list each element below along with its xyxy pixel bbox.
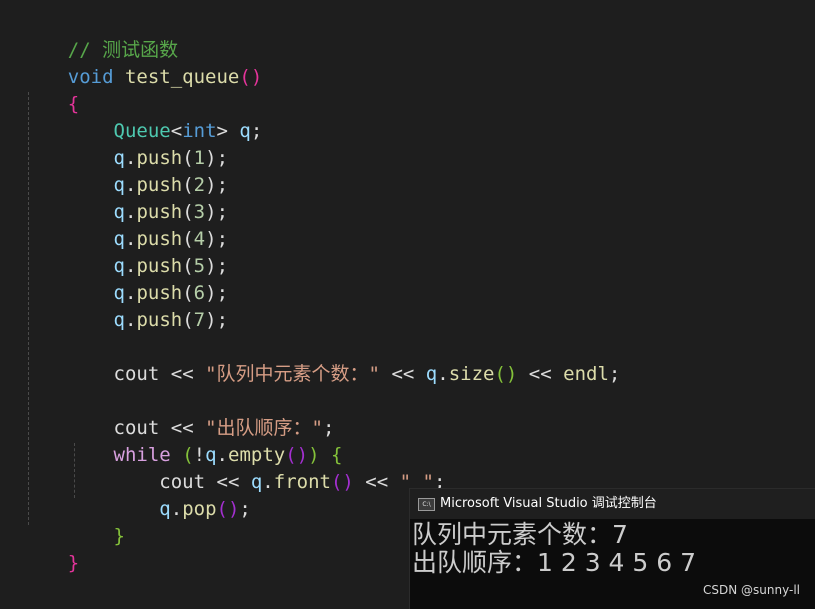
console-output-line: 出队顺序：1 2 3 4 5 6 7 bbox=[412, 548, 697, 577]
var-q: q bbox=[239, 120, 251, 142]
code-line-close-while[interactable]: } bbox=[22, 496, 125, 547]
code-line-push[interactable]: q.push(6); bbox=[22, 253, 228, 304]
code-line-close-function[interactable]: } bbox=[22, 523, 79, 574]
paren-open: ( bbox=[182, 309, 194, 331]
semicolon: ; bbox=[250, 120, 263, 142]
watermark: CSDN @sunny-ll bbox=[703, 583, 800, 597]
dot: . bbox=[262, 471, 274, 493]
method-push: push bbox=[136, 309, 183, 331]
shift-operator: << bbox=[391, 363, 415, 385]
code-line-queue-declaration[interactable]: Queue<int> q; bbox=[22, 91, 263, 142]
code-line-comment[interactable]: // 测试函数 bbox=[22, 10, 178, 61]
console-app-icon: C:\ bbox=[418, 498, 435, 511]
method-pop: pop bbox=[182, 498, 217, 520]
push-arg: 7 bbox=[193, 309, 206, 331]
code-line-open-brace[interactable]: { bbox=[22, 64, 79, 115]
console-window-title: Microsoft Visual Studio 调试控制台 bbox=[440, 496, 657, 511]
paren-close: ) bbox=[205, 309, 217, 331]
code-line-print-order[interactable]: cout << "出队顺序："; bbox=[22, 388, 335, 439]
function-name: test_queue bbox=[124, 66, 240, 88]
empty-parens: () bbox=[494, 363, 518, 385]
code-line-push[interactable]: q.push(3); bbox=[22, 172, 228, 223]
empty-parens: () bbox=[216, 498, 240, 520]
method-size: size bbox=[448, 363, 495, 385]
var-q: q bbox=[425, 363, 438, 385]
code-line-push[interactable]: q.push(4); bbox=[22, 199, 228, 250]
code-line-push[interactable]: q.push(5); bbox=[22, 226, 228, 277]
shift-operator: << bbox=[365, 471, 389, 493]
dot: . bbox=[124, 309, 137, 331]
paren-close: ) bbox=[250, 66, 263, 88]
debug-console-window[interactable]: C:\ Microsoft Visual Studio 调试控制台 队列中元素个… bbox=[409, 488, 815, 609]
semicolon: ; bbox=[239, 498, 251, 520]
code-line-push[interactable]: q.push(7); bbox=[22, 280, 228, 331]
code-line-while[interactable]: while (!q.empty()) { bbox=[22, 415, 343, 466]
console-output-line: 队列中元素个数：7 bbox=[412, 520, 628, 549]
brace-close: } bbox=[113, 525, 125, 547]
method-front: front bbox=[273, 471, 331, 493]
brace-close: } bbox=[67, 552, 80, 574]
console-titlebar[interactable]: C:\ Microsoft Visual Studio 调试控制台 bbox=[410, 489, 815, 519]
code-line-push[interactable]: q.push(1); bbox=[22, 118, 228, 169]
shift-operator: << bbox=[170, 363, 194, 385]
code-line-function-signature[interactable]: void test_queue() bbox=[22, 37, 263, 88]
dot: . bbox=[437, 363, 449, 385]
dot: . bbox=[170, 498, 183, 520]
endl: endl bbox=[563, 363, 609, 385]
empty-parens: () bbox=[330, 471, 354, 493]
var-q: q bbox=[250, 471, 263, 493]
var-q: q bbox=[113, 309, 125, 331]
semicolon: ; bbox=[608, 363, 621, 385]
paren-open: ( bbox=[239, 66, 251, 88]
cout: cout bbox=[113, 363, 160, 385]
code-line-print-size[interactable]: cout << "队列中元素个数：" << q.size() << endl; bbox=[22, 334, 621, 385]
code-line-push[interactable]: q.push(2); bbox=[22, 145, 228, 196]
code-line-pop[interactable]: q.pop(); bbox=[22, 469, 251, 520]
code-line-print-front[interactable]: cout << q.front() << " "; bbox=[22, 442, 445, 493]
semicolon: ; bbox=[216, 309, 229, 331]
shift-operator: << bbox=[528, 363, 552, 385]
var-q: q bbox=[159, 498, 171, 520]
string-size-label: "队列中元素个数：" bbox=[205, 363, 380, 385]
